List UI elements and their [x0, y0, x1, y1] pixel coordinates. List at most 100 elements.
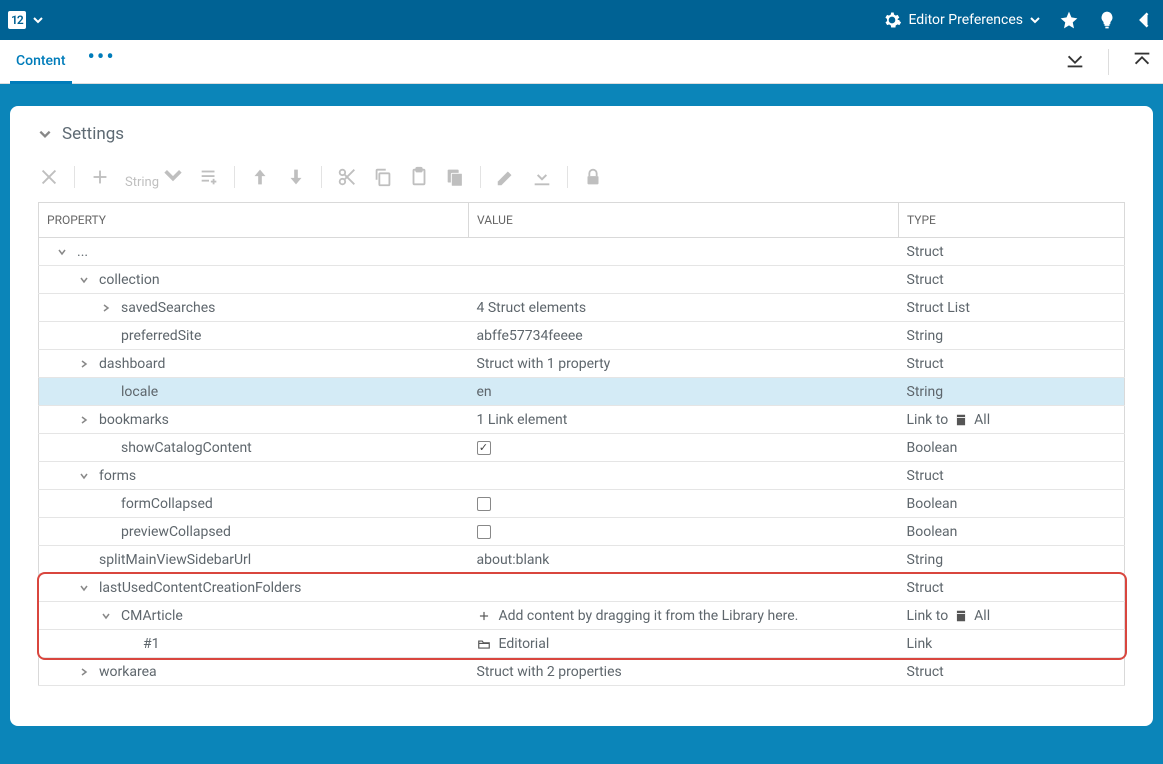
edit-button[interactable] [495, 166, 517, 188]
separator [321, 166, 322, 188]
favorites-button[interactable] [1059, 10, 1079, 30]
property-name: formCollapsed [121, 496, 213, 512]
table-row[interactable]: lastUsedContentCreationFoldersStruct [39, 574, 1125, 602]
value-text: abffe57734feeee [477, 328, 583, 344]
property-name: collection [99, 272, 160, 288]
move-down-button[interactable] [285, 166, 307, 188]
collapse-panel-button[interactable] [1135, 10, 1155, 30]
lock-icon [582, 166, 604, 188]
list-button[interactable] [198, 166, 220, 188]
value-text: 1 Link element [477, 412, 568, 428]
type-text: String [907, 328, 944, 344]
type-text: Struct [907, 356, 944, 372]
value-text: Struct with 2 properties [477, 664, 622, 680]
scissors-icon [336, 166, 358, 188]
type-suffix: All [974, 412, 990, 428]
chevron-down-icon[interactable] [99, 611, 113, 621]
property-name: workarea [99, 664, 157, 680]
value-text: 4 Struct elements [477, 300, 587, 316]
chevron-right-icon[interactable] [77, 415, 91, 425]
type-text: Boolean [907, 496, 958, 512]
type-text: Struct [907, 272, 944, 288]
paste-icon [408, 166, 430, 188]
star-icon [1059, 10, 1079, 30]
type-text: Link [907, 636, 933, 652]
col-property[interactable]: PROPERTY [39, 203, 469, 238]
chevron-down-icon[interactable] [77, 275, 91, 285]
table-row[interactable]: CMArticle Add content by dragging it fro… [39, 602, 1125, 630]
property-name: previewCollapsed [121, 524, 231, 540]
table-row[interactable]: dashboardStruct with 1 propertyStruct [39, 350, 1125, 378]
table-row[interactable]: collection Struct [39, 266, 1125, 294]
checkbox-checked-icon [477, 441, 491, 455]
chevron-down-icon[interactable] [55, 247, 69, 257]
arrow-down-icon [285, 166, 307, 188]
folder-icon [477, 637, 491, 651]
property-name: splitMainViewSidebarUrl [99, 552, 251, 568]
copy-button[interactable] [372, 166, 394, 188]
delete-button[interactable] [38, 166, 60, 188]
table-row[interactable]: preferredSite abffe57734feeee String [39, 322, 1125, 350]
pencil-icon [495, 166, 517, 188]
chevron-right-icon[interactable] [99, 303, 113, 313]
tab-content[interactable]: Content [10, 39, 72, 84]
logo-dropdown[interactable] [32, 14, 44, 26]
type-selector[interactable]: String [125, 164, 184, 190]
type-text: Struct [907, 244, 944, 260]
col-value[interactable]: VALUE [469, 203, 899, 238]
editor-preferences-label: Editor Preferences [908, 12, 1023, 28]
download-icon [531, 166, 553, 188]
chevron-down-icon[interactable] [77, 471, 91, 481]
cut-button[interactable] [336, 166, 358, 188]
chevron-right-icon[interactable] [77, 667, 91, 677]
table-row[interactable]: workarea Struct with 2 properties Struct [39, 658, 1125, 686]
struct-toolbar: String [38, 164, 1125, 190]
paste-button[interactable] [408, 166, 430, 188]
table-row[interactable]: previewCollapsedBoolean [39, 518, 1125, 546]
col-type[interactable]: TYPE [899, 203, 1125, 238]
table-row[interactable]: ... Struct [39, 238, 1125, 266]
type-text: Struct [907, 664, 944, 680]
hints-button[interactable] [1097, 10, 1117, 30]
plus-icon [89, 166, 111, 188]
value-text: about:blank [477, 552, 550, 568]
plus-icon [477, 609, 491, 623]
value-text: Editorial [499, 636, 550, 652]
chevron-up-bar-icon [1131, 49, 1153, 71]
lock-button[interactable] [582, 166, 604, 188]
property-name: ... [77, 244, 88, 260]
chevron-left-icon [1135, 10, 1155, 30]
table-row[interactable]: splitMainViewSidebarUrl about:blank String [39, 546, 1125, 574]
table-row[interactable]: formCollapsed Boolean [39, 490, 1125, 518]
lightbulb-icon [1097, 10, 1117, 30]
duplicate-icon [444, 166, 466, 188]
expand-down-button[interactable] [1064, 49, 1086, 75]
section-title: Settings [62, 124, 124, 144]
table-row[interactable]: #1 EditorialLink [39, 630, 1125, 658]
tab-more-button[interactable]: ••• [88, 45, 116, 70]
download-button[interactable] [531, 166, 553, 188]
separator [480, 166, 481, 188]
gear-icon [882, 10, 902, 30]
value-text: Struct with 1 property [477, 356, 611, 372]
move-up-button[interactable] [249, 166, 271, 188]
type-text: String [907, 552, 944, 568]
table-row[interactable]: localeenString [39, 378, 1125, 406]
duplicate-button[interactable] [444, 166, 466, 188]
table-row[interactable]: showCatalogContentBoolean [39, 434, 1125, 462]
table-row[interactable]: formsStruct [39, 462, 1125, 490]
property-name: bookmarks [99, 412, 169, 428]
type-text: Struct [907, 580, 944, 596]
chevron-down-icon[interactable] [77, 583, 91, 593]
collapse-up-button[interactable] [1108, 49, 1153, 75]
section-header[interactable]: Settings [38, 124, 1125, 144]
property-name: savedSearches [121, 300, 215, 316]
value-text: Add content by dragging it from the Libr… [499, 608, 799, 624]
table-row[interactable]: savedSearches4 Struct elementsStruct Lis… [39, 294, 1125, 322]
list-add-icon [198, 166, 220, 188]
editor-preferences-menu[interactable]: Editor Preferences [882, 10, 1041, 30]
table-row[interactable]: bookmarks1 Link elementLink to All [39, 406, 1125, 434]
add-button[interactable] [89, 166, 111, 188]
chevron-right-icon[interactable] [77, 359, 91, 369]
property-name: preferredSite [121, 328, 201, 344]
